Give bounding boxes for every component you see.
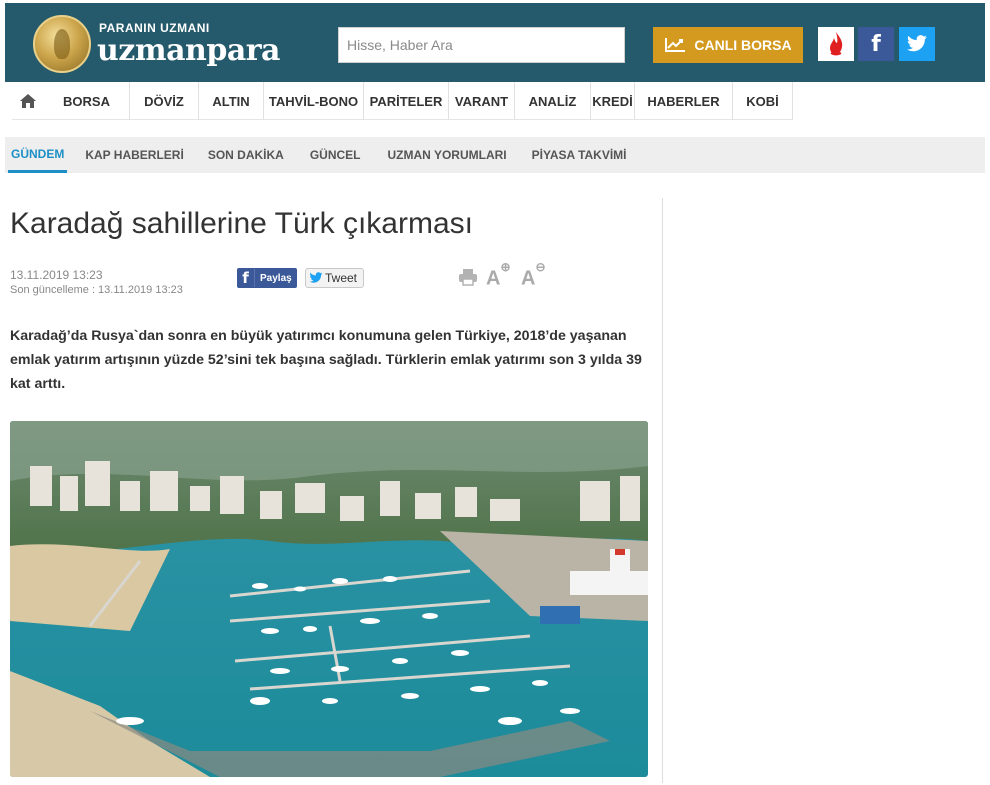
article-updated: Son güncelleme : 13.11.2019 13:23 bbox=[10, 284, 183, 296]
site-header: PARANIN UZMANI uzmanpara CANLI BORSA f bbox=[5, 3, 985, 82]
live-borsa-button[interactable]: CANLI BORSA bbox=[653, 27, 803, 63]
tab-piyasa-takvimi[interactable]: PİYASA TAKVİMİ bbox=[529, 137, 630, 173]
tweet-label: Tweet bbox=[325, 271, 358, 285]
article-date: 13.11.2019 13:23 bbox=[10, 268, 103, 282]
nav-item-kobi[interactable]: KOBİ bbox=[733, 82, 793, 120]
nav-item-altin[interactable]: ALTIN bbox=[199, 82, 264, 120]
nav-item-pariteler[interactable]: PARİTELER bbox=[364, 82, 449, 120]
font-decrease-button[interactable]: A⊖ bbox=[521, 260, 546, 291]
facebook-link[interactable]: f bbox=[858, 27, 894, 61]
article-lead: Karadağ’da Rusya`dan sonra en büyük yatı… bbox=[10, 328, 642, 392]
tab-guncel[interactable]: GÜNCEL bbox=[307, 137, 364, 173]
plus-icon: ⊕ bbox=[500, 260, 511, 274]
column-divider bbox=[662, 198, 663, 783]
article-title: Karadağ sahillerine Türk çıkarması bbox=[10, 207, 473, 240]
twitter-icon bbox=[907, 35, 927, 52]
font-decrease-label: A bbox=[521, 267, 536, 290]
logo-coin-icon bbox=[33, 15, 91, 73]
facebook-share-label: Paylaş bbox=[260, 272, 292, 284]
tab-kap-haberleri[interactable]: KAP HABERLERİ bbox=[82, 137, 186, 173]
live-borsa-label: CANLI BORSA bbox=[694, 37, 792, 53]
flame-icon bbox=[830, 32, 843, 56]
tweet-button[interactable]: Tweet bbox=[305, 268, 364, 288]
tab-son-dakika[interactable]: SON DAKİKA bbox=[205, 137, 287, 173]
twitter-icon bbox=[309, 272, 323, 283]
main-nav: BORSA DÖVİZ ALTIN TAHVİL-BONO PARİTELER … bbox=[12, 82, 793, 120]
site-logo[interactable]: PARANIN UZMANI uzmanpara bbox=[33, 15, 303, 77]
facebook-icon: f bbox=[871, 31, 881, 57]
print-button[interactable] bbox=[458, 268, 478, 291]
nav-item-borsa[interactable]: BORSA bbox=[44, 82, 130, 120]
nav-item-varant[interactable]: VARANT bbox=[449, 82, 515, 120]
font-increase-button[interactable]: A⊕ bbox=[486, 260, 511, 291]
nav-item-tahvil-bono[interactable]: TAHVİL-BONO bbox=[264, 82, 364, 120]
home-icon bbox=[20, 93, 36, 108]
nav-item-doviz[interactable]: DÖVİZ bbox=[130, 82, 199, 120]
tab-gundem[interactable]: GÜNDEM bbox=[8, 137, 68, 173]
logo-wordmark: uzmanpara bbox=[97, 33, 281, 68]
flame-link[interactable] bbox=[818, 27, 854, 61]
facebook-icon: f bbox=[237, 269, 255, 287]
nav-item-haberler[interactable]: HABERLER bbox=[635, 82, 733, 120]
marina-aerial-photo bbox=[10, 421, 648, 777]
minus-icon: ⊖ bbox=[535, 260, 546, 274]
tab-uzman-yorumlari[interactable]: UZMAN YORUMLARI bbox=[385, 137, 510, 173]
search-input[interactable] bbox=[338, 27, 625, 63]
facebook-share-button[interactable]: f Paylaş bbox=[237, 268, 297, 288]
chart-trend-icon bbox=[665, 38, 686, 52]
font-increase-label: A bbox=[486, 267, 501, 290]
print-icon bbox=[459, 269, 477, 286]
home-link[interactable] bbox=[12, 82, 44, 119]
sub-nav: GÜNDEM KAP HABERLERİ SON DAKİKA GÜNCEL U… bbox=[5, 137, 985, 173]
nav-item-kredi[interactable]: KREDİ bbox=[591, 82, 635, 120]
article-image bbox=[10, 421, 648, 777]
twitter-link[interactable] bbox=[899, 27, 935, 61]
nav-item-analiz[interactable]: ANALİZ bbox=[515, 82, 591, 120]
